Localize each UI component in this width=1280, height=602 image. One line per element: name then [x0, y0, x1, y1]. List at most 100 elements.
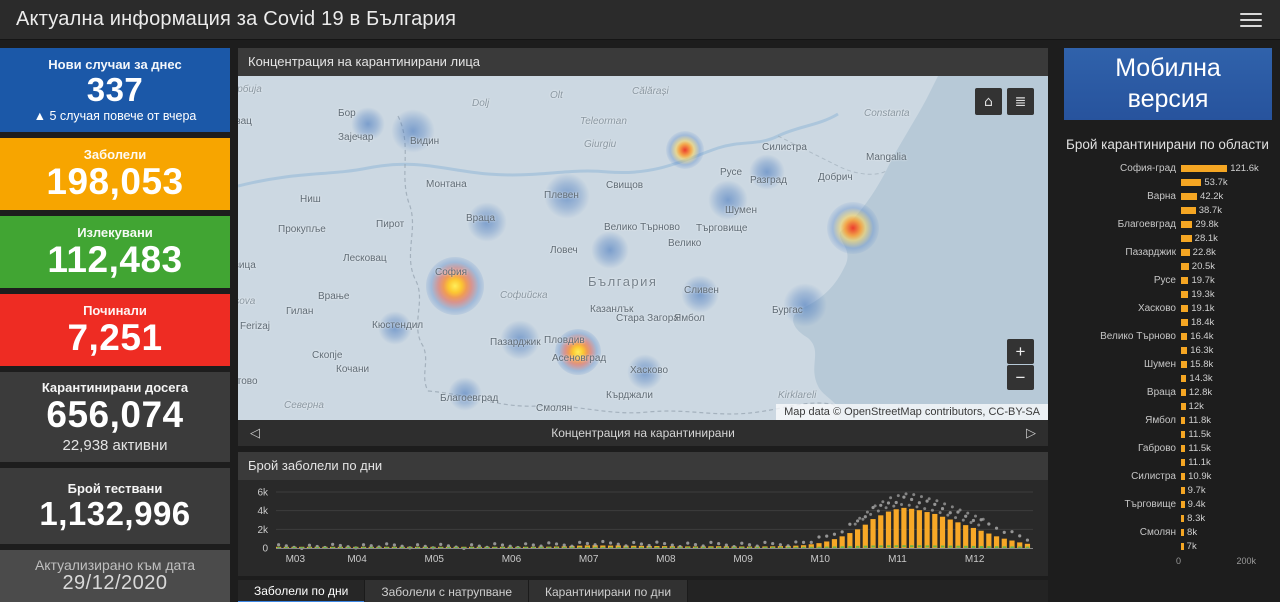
mobile-version-button[interactable]: Мобилна версия: [1064, 48, 1272, 120]
region-bar: [1181, 528, 1185, 536]
map-panel: Концентрация на карантинирани лица Србиј…: [238, 48, 1048, 446]
tested-card: Брой тествани 1,132,996: [0, 468, 230, 544]
region-row: Ямбол 11.8k: [1064, 413, 1272, 427]
tab-quarantined-daily[interactable]: Карантинирани по дни: [529, 580, 689, 602]
updated-card-value: 29/12/2020: [62, 572, 168, 595]
map-base: [238, 76, 1048, 420]
region-row: 11.5k: [1064, 427, 1272, 441]
x-tick-label: M12: [965, 554, 985, 565]
carousel-prev-icon[interactable]: ◁: [238, 420, 272, 446]
quarantine-heatmap[interactable]: СрбијаКрагујевацБорЗајечарВидинМонтанаНи…: [238, 76, 1048, 420]
x-tick-label: M09: [733, 554, 753, 565]
region-bar: [1181, 290, 1189, 298]
region-bar: [1181, 262, 1189, 270]
updated-card-label: Актуализирано към дата: [34, 557, 196, 574]
infected-card: Заболели 198,053: [0, 138, 230, 210]
region-value: 16.3k: [1190, 344, 1214, 356]
x-tick-label: M04: [347, 554, 367, 565]
region-row: Търговище 9.4k: [1064, 497, 1272, 511]
region-value: 22.8k: [1192, 246, 1216, 258]
x-tick-label: M05: [425, 554, 445, 565]
new-cases-card-value: 337: [86, 70, 144, 108]
zoom-out-button[interactable]: −: [1007, 365, 1034, 390]
region-row: 11.1k: [1064, 455, 1272, 469]
map-panel-title: Концентрация на карантинирани лица: [238, 48, 1048, 76]
region-bar: [1181, 164, 1228, 172]
region-row: 28.1k: [1064, 231, 1272, 245]
region-row: 20.5k: [1064, 259, 1272, 273]
map-zoom-control: + −: [1007, 339, 1034, 390]
region-row: 16.3k: [1064, 343, 1272, 357]
region-bar: [1181, 360, 1187, 368]
grid-lines: 0 2k 4k 6k: [257, 488, 1033, 555]
region-value: 11.1k: [1188, 456, 1211, 468]
tab-infected-cumulative[interactable]: Заболели с натрупване: [365, 580, 529, 602]
region-row: 18.4k: [1064, 315, 1272, 329]
infected-card-value: 198,053: [46, 160, 184, 202]
region-row: 38.7k: [1064, 203, 1272, 217]
region-label: Търговище: [1124, 498, 1176, 510]
orange-bars: [276, 507, 1031, 548]
region-value: 12.8k: [1188, 386, 1213, 398]
region-value: 19.7k: [1191, 274, 1215, 286]
y-tick-label: 2k: [257, 525, 269, 536]
region-label: Силистра: [1131, 470, 1176, 482]
region-value: 19.1k: [1191, 302, 1215, 314]
deaths-card-value: 7,251: [67, 316, 163, 358]
map-home-button[interactable]: ⌂: [975, 88, 1002, 115]
map-attribution: Map data © OpenStreetMap contributors, C…: [776, 404, 1048, 420]
region-bar: [1181, 206, 1196, 214]
x-tick-label: M08: [656, 554, 676, 565]
region-value: 18.4k: [1190, 316, 1215, 328]
infected-card-label: Заболели: [83, 146, 147, 162]
region-value: 11.5k: [1188, 442, 1211, 454]
region-bar: [1181, 346, 1188, 354]
region-bar: [1181, 234, 1192, 242]
region-bar: [1181, 388, 1186, 396]
region-label: Пазарджик: [1125, 246, 1176, 258]
region-row: Силистра 10.9k: [1064, 469, 1272, 483]
new-cases-card-label: Нови случаи за днес: [48, 56, 182, 72]
map-legend-button[interactable]: ≣: [1007, 88, 1034, 115]
region-bar: [1181, 444, 1186, 452]
region-bar: [1181, 304, 1189, 312]
menu-icon[interactable]: [1238, 5, 1264, 35]
region-bar: [1181, 472, 1186, 480]
region-label: Благоевград: [1117, 218, 1176, 230]
axis-min-label: 0: [1176, 556, 1182, 566]
main-layout: Нови случаи за днес 337 ▲ 5 случая повече …: [0, 40, 1280, 602]
zoom-in-button[interactable]: +: [1007, 339, 1034, 364]
carousel-next-icon[interactable]: ▷: [1014, 420, 1048, 446]
region-label: Хасково: [1137, 302, 1176, 314]
region-value: 12k: [1188, 400, 1204, 412]
region-bar: [1181, 318, 1188, 326]
region-row: Габрово 11.5k: [1064, 441, 1272, 455]
region-row: Русе 19.7k: [1064, 273, 1272, 287]
region-row: 19.3k: [1064, 287, 1272, 301]
region-row: 9.7k: [1064, 483, 1272, 497]
region-bar: [1181, 514, 1185, 522]
daily-cases-panel: Брой заболели по дни 0 2k 4k 6k M03 M04 M05 M06…: [238, 452, 1048, 576]
x-tick-label: M11: [888, 554, 907, 565]
region-value: 11.5k: [1188, 428, 1211, 440]
region-row: Хасково 19.1k: [1064, 301, 1272, 315]
region-value: 8.3k: [1187, 512, 1206, 524]
region-row: 8.3k: [1064, 511, 1272, 525]
region-value: 28.1k: [1194, 232, 1218, 244]
region-value: 9.7k: [1187, 484, 1206, 496]
quarantined-card: Карантинирани досега 656,074 22,938 активн…: [0, 372, 230, 462]
region-value: 11.8k: [1188, 414, 1212, 426]
map-carousel: ◁ Концентрация на карантинирани ▷: [238, 420, 1048, 446]
updated-card: Актуализирано към дата 29/12/2020: [0, 550, 230, 602]
region-label: Ямбол: [1145, 414, 1176, 426]
region-value: 14.3k: [1189, 372, 1213, 384]
region-bar: [1181, 192, 1198, 200]
region-row: 12k: [1064, 399, 1272, 413]
tab-infected-daily[interactable]: Заболели по дни: [238, 580, 366, 602]
region-value: 42.2k: [1200, 190, 1224, 202]
region-bar: [1181, 416, 1186, 424]
new-cases-card-note: ▲ 5 случая повече от вчера: [33, 109, 197, 124]
y-tick-label: 4k: [257, 506, 269, 517]
y-tick-label: 0: [262, 544, 268, 555]
gray-dots: [277, 492, 1030, 551]
